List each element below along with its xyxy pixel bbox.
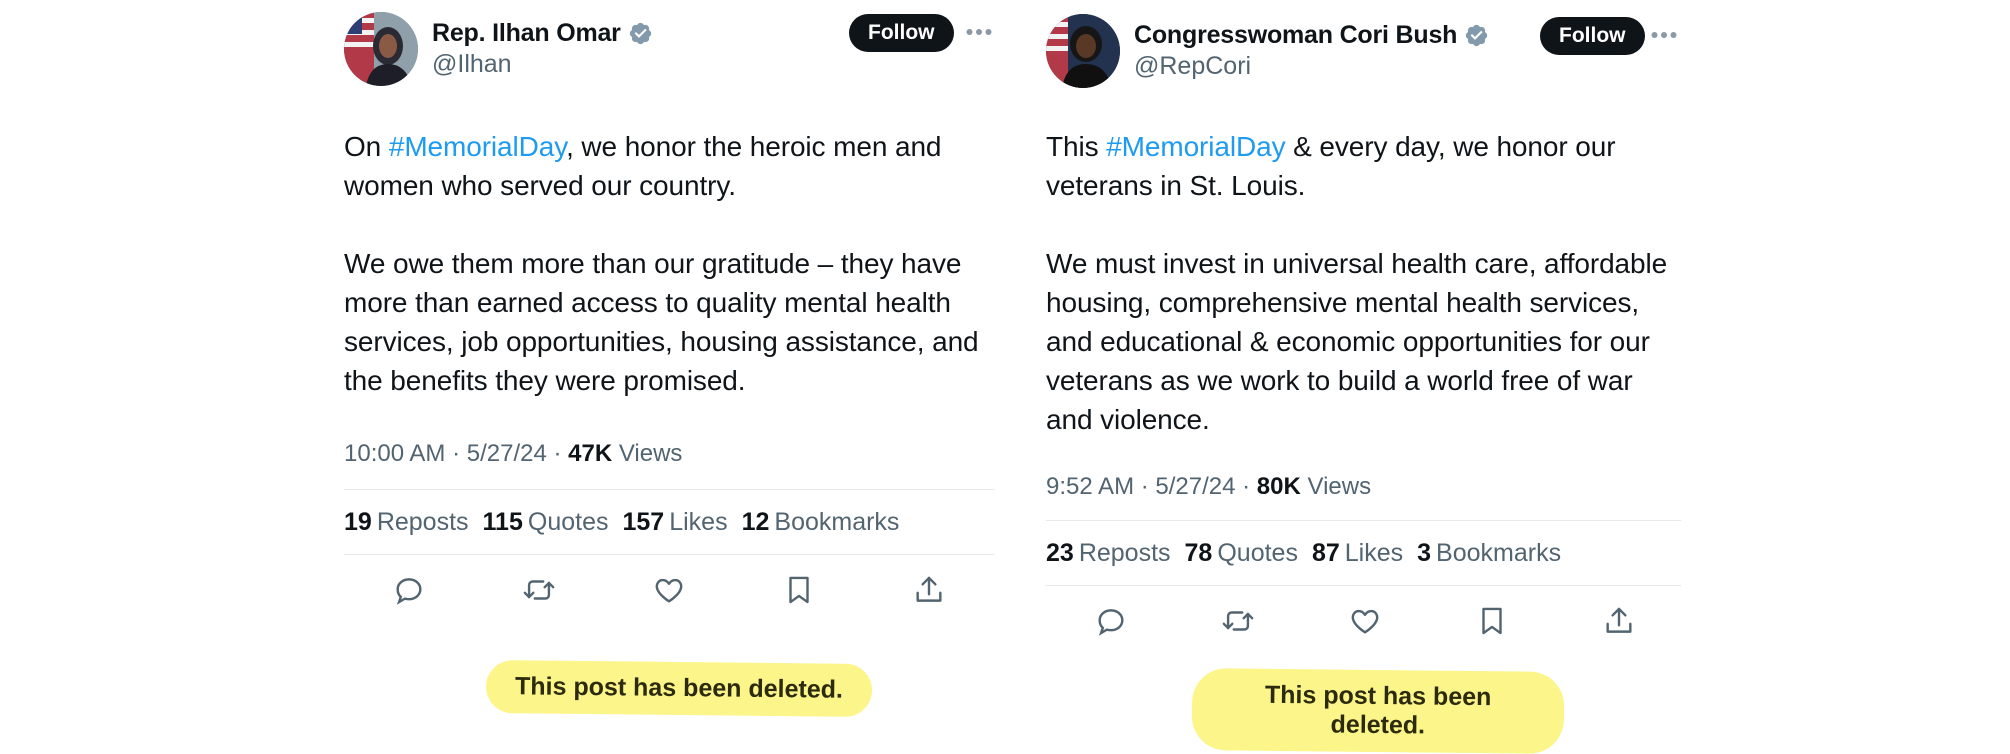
like-icon: [1351, 609, 1379, 634]
tweet-text: On #MemorialDay, we honor the heroic men…: [344, 127, 994, 400]
repost-icon: [1222, 611, 1254, 631]
author-display-name[interactable]: Congresswoman Cori Bush: [1134, 21, 1457, 50]
author-info: Congresswoman Cori Bush @RepCori: [1134, 18, 1489, 81]
bookmarks-label: Bookmarks: [774, 507, 900, 536]
share-button[interactable]: [1602, 604, 1636, 638]
action-bar: [1046, 586, 1681, 654]
author-display-name[interactable]: Rep. Ilhan Omar: [432, 19, 621, 48]
post-date[interactable]: 5/27/24: [1155, 473, 1235, 500]
bookmarks-stat[interactable]: 3 Bookmarks: [1417, 539, 1561, 568]
quotes-count: 115: [482, 507, 523, 536]
quotes-label: Quotes: [527, 507, 609, 536]
share-icon: [916, 576, 942, 602]
share-icon: [1606, 607, 1632, 633]
reposts-count: 19: [344, 507, 372, 536]
hashtag-link[interactable]: #MemorialDay: [1106, 131, 1285, 162]
share-button[interactable]: [912, 573, 946, 607]
hashtag-link[interactable]: #MemorialDay: [389, 131, 566, 162]
tweet-header: Congresswoman Cori Bush @RepCori Follow: [1046, 0, 1681, 90]
author-handle[interactable]: @RepCori: [1134, 52, 1489, 81]
tweet-paragraph: On #MemorialDay, we honor the heroic men…: [344, 127, 994, 205]
quotes-label: Quotes: [1217, 538, 1298, 567]
likes-label: Likes: [1344, 538, 1404, 567]
engagement-stats: 19 Reposts 115 Quotes 157 Likes 12 Bookmarks: [344, 490, 994, 554]
likes-count: 157: [622, 507, 665, 536]
bookmark-icon: [789, 576, 809, 604]
deleted-notice: This post has been deleted.: [485, 659, 873, 718]
quotes-count: 78: [1184, 538, 1213, 567]
quotes-stat[interactable]: 78 Quotes: [1185, 539, 1298, 568]
bookmark-button[interactable]: [1475, 604, 1509, 638]
views-label: Views: [618, 440, 683, 467]
follow-button[interactable]: Follow: [849, 14, 954, 52]
reply-icon: [1098, 609, 1124, 636]
reply-button[interactable]: [392, 573, 426, 607]
follow-button[interactable]: Follow: [1540, 17, 1645, 55]
avatar[interactable]: [1046, 14, 1120, 88]
tweet-header: Rep. Ilhan Omar @Ilhan Follow: [344, 0, 994, 90]
views-label: Views: [1307, 473, 1372, 500]
likes-count: 87: [1311, 538, 1340, 567]
author-info: Rep. Ilhan Omar @Ilhan: [432, 16, 653, 79]
tweet-paragraph: We owe them more than our gratitude – th…: [344, 248, 979, 396]
bookmarks-count: 3: [1417, 538, 1432, 567]
verified-badge-icon: [629, 22, 651, 44]
reply-icon: [396, 578, 422, 605]
reposts-label: Reposts: [1078, 538, 1171, 567]
like-icon: [655, 578, 683, 603]
views-count: 47K: [568, 440, 613, 467]
avatar[interactable]: [344, 12, 418, 86]
repost-icon: [523, 580, 555, 600]
author-handle[interactable]: @Ilhan: [432, 50, 653, 79]
post-time[interactable]: 9:52 AM: [1046, 473, 1134, 500]
tweet-card-ilhan-omar: Rep. Ilhan Omar @Ilhan Follow On #Memori…: [344, 0, 994, 623]
reposts-stat[interactable]: 19 Reposts: [344, 508, 469, 537]
more-options-icon[interactable]: [1651, 31, 1677, 39]
tweet-meta: 9:52 AM · 5/27/24 · 80K Views: [1046, 473, 1372, 500]
engagement-stats: 23 Reposts 78 Quotes 87 Likes 3 Bookmarks: [1046, 521, 1681, 585]
bookmarks-count: 12: [741, 507, 770, 536]
bookmark-button[interactable]: [782, 573, 816, 607]
reposts-stat[interactable]: 23 Reposts: [1046, 539, 1171, 568]
more-options-icon[interactable]: [966, 28, 992, 36]
bookmarks-label: Bookmarks: [1436, 538, 1562, 567]
reposts-label: Reposts: [376, 507, 469, 536]
reply-button[interactable]: [1094, 604, 1128, 638]
text-segment: This: [1046, 131, 1107, 162]
views-count: 80K: [1256, 473, 1301, 500]
likes-stat[interactable]: 157 Likes: [622, 508, 727, 537]
post-date[interactable]: 5/27/24: [467, 440, 547, 467]
action-bar: [344, 555, 994, 623]
tweet-paragraph: This #MemorialDay & every day, we honor …: [1046, 127, 1681, 205]
tweet-meta: 10:00 AM · 5/27/24 · 47K Views: [344, 440, 683, 467]
tweet-paragraph: We must invest in universal health care,…: [1046, 248, 1668, 435]
tweet-card-cori-bush: Congresswoman Cori Bush @RepCori Follow …: [1046, 0, 1681, 654]
repost-button[interactable]: [1221, 604, 1255, 638]
like-button[interactable]: [652, 573, 686, 607]
likes-label: Likes: [669, 507, 728, 536]
quotes-stat[interactable]: 115 Quotes: [483, 508, 609, 537]
repost-button[interactable]: [522, 573, 556, 607]
bookmark-icon: [1482, 607, 1502, 635]
avatar-image: [1046, 14, 1120, 88]
bookmarks-stat[interactable]: 12 Bookmarks: [742, 508, 900, 537]
text-segment: On: [344, 131, 389, 162]
reposts-count: 23: [1046, 538, 1074, 567]
like-button[interactable]: [1348, 604, 1382, 638]
tweet-text: This #MemorialDay & every day, we honor …: [1046, 127, 1681, 439]
deleted-notice: This post has been deleted.: [1191, 668, 1565, 754]
avatar-image: [344, 12, 418, 86]
verified-badge-icon: [1466, 24, 1488, 46]
likes-stat[interactable]: 87 Likes: [1312, 539, 1403, 568]
post-time[interactable]: 10:00 AM: [344, 440, 445, 467]
